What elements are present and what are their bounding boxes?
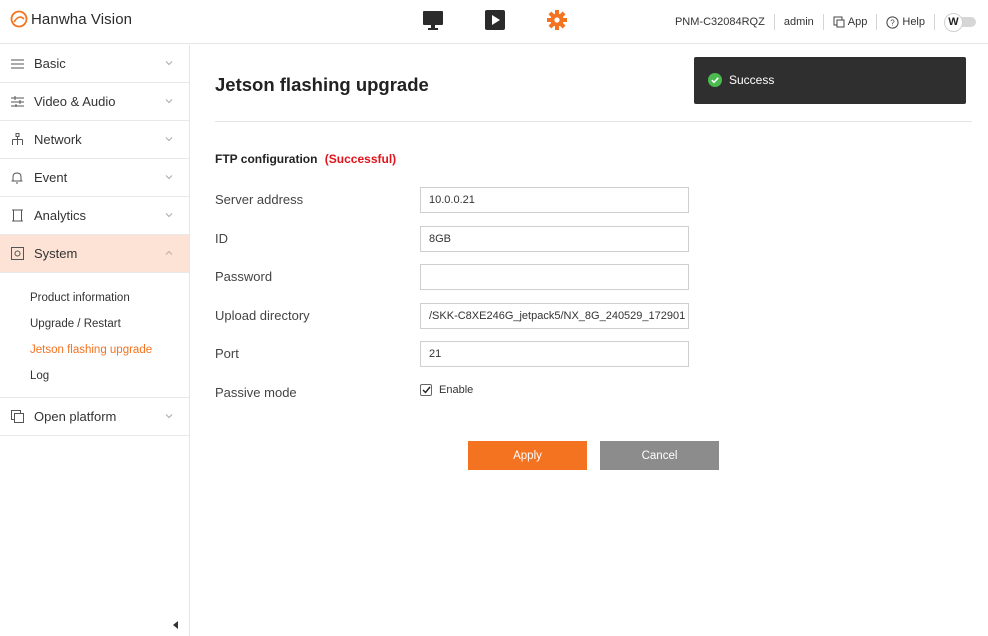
bell-icon — [10, 171, 24, 185]
password-row: Password — [215, 264, 695, 290]
sidebar-item-label: Analytics — [34, 208, 87, 223]
chevron-down-icon — [165, 137, 173, 142]
wisenet-toggle[interactable]: W — [944, 12, 976, 32]
check-icon — [422, 386, 431, 394]
app-link[interactable]: App — [833, 16, 868, 28]
submenu-log[interactable]: Log — [30, 363, 189, 389]
main-content: Jetson flashing upgrade FTP configuratio… — [191, 45, 988, 636]
svg-text:?: ? — [891, 18, 896, 27]
sidebar-item-open-platform[interactable]: Open platform — [0, 398, 189, 436]
top-bar: Hanwha Vision PNM-C32084RQZ admin App ? … — [0, 0, 988, 44]
success-toast: Success — [694, 57, 966, 104]
sidebar-item-event[interactable]: Event — [0, 159, 189, 197]
port-input[interactable]: 21 — [420, 341, 689, 367]
sidebar-item-label: Basic — [34, 56, 66, 71]
title-divider — [215, 121, 972, 122]
status-badge: (Successful) — [324, 152, 397, 166]
id-label: ID — [215, 231, 228, 246]
system-submenu: Product information Upgrade / Restart Je… — [0, 273, 189, 398]
port-row: Port 21 — [215, 341, 695, 367]
cancel-button[interactable]: Cancel — [600, 441, 719, 470]
apply-button[interactable]: Apply — [468, 441, 587, 470]
logo-text: Hanwha Vision — [31, 10, 133, 28]
server-address-input[interactable]: 10.0.0.21 — [420, 187, 689, 213]
list-icon — [10, 57, 24, 71]
submenu-jetson-flashing-upgrade[interactable]: Jetson flashing upgrade — [30, 337, 189, 363]
chevron-down-icon — [165, 99, 173, 104]
logo[interactable]: Hanwha Vision — [10, 10, 132, 28]
sidebar-item-network[interactable]: Network — [0, 121, 189, 159]
model-name: PNM-C32084RQZ — [674, 16, 765, 28]
app-icon — [833, 16, 845, 28]
passive-mode-option: Enable — [420, 384, 473, 396]
chevron-down-icon — [165, 175, 173, 180]
chevron-down-icon — [165, 414, 173, 419]
sidebar-item-label: Network — [34, 132, 82, 147]
user-name[interactable]: admin — [784, 16, 814, 28]
server-address-label: Server address — [215, 192, 304, 207]
sidebar-item-system[interactable]: System — [0, 235, 189, 273]
passive-mode-checkbox[interactable] — [420, 384, 432, 396]
passive-mode-row: Passive mode Enable — [215, 380, 695, 406]
monitor-icon[interactable] — [422, 9, 444, 31]
chevron-down-icon — [165, 213, 173, 218]
chevron-down-icon — [165, 61, 173, 66]
upload-directory-row: Upload directory /SKK-C8XE246G_jetpack5/… — [215, 303, 695, 329]
sidebar-item-label: Open platform — [34, 409, 117, 424]
chevron-up-icon — [165, 250, 173, 255]
hanwha-logo-icon — [10, 10, 28, 28]
sidebar-item-label: Event — [34, 170, 68, 185]
server-address-row: Server address 10.0.0.21 — [215, 187, 695, 213]
section-heading: FTP configuration (Successful) — [215, 152, 396, 166]
success-check-icon — [708, 73, 722, 87]
password-label: Password — [215, 269, 273, 284]
sidebar-item-label: Video & Audio — [34, 94, 116, 109]
help-link[interactable]: ? Help — [886, 15, 925, 29]
toast-message: Success — [729, 73, 775, 87]
analytics-icon — [10, 209, 24, 223]
id-row: ID 8GB — [215, 226, 695, 252]
play-icon[interactable] — [484, 9, 506, 31]
upload-directory-input[interactable]: /SKK-C8XE246G_jetpack5/NX_8G_240529_1729… — [420, 303, 689, 329]
gear-icon[interactable] — [546, 9, 568, 31]
passive-mode-label: Passive mode — [215, 385, 297, 400]
submenu-upgrade-restart[interactable]: Upgrade / Restart — [30, 311, 189, 337]
submenu-product-information[interactable]: Product information — [30, 285, 189, 311]
enable-label: Enable — [439, 384, 474, 396]
network-icon — [10, 133, 24, 147]
app-label: App — [847, 16, 868, 28]
system-icon — [10, 247, 24, 261]
open-platform-icon — [10, 410, 24, 424]
sidebar-item-basic[interactable]: Basic — [0, 45, 189, 83]
top-right-controls: PNM-C32084RQZ admin App ? Help W — [675, 0, 976, 44]
divider — [773, 14, 775, 30]
section-title: FTP configuration — [215, 152, 318, 166]
sliders-icon — [10, 95, 24, 109]
upload-directory-label: Upload directory — [215, 308, 310, 323]
divider — [822, 14, 824, 30]
sidebar-item-analytics[interactable]: Analytics — [0, 197, 189, 235]
divider — [876, 14, 878, 30]
page-title: Jetson flashing upgrade — [215, 74, 429, 95]
collapse-sidebar-icon[interactable] — [173, 621, 179, 629]
port-label: Port — [215, 346, 239, 361]
help-icon: ? — [886, 15, 899, 29]
divider — [934, 14, 935, 30]
password-input[interactable] — [420, 264, 689, 290]
sidebar: Basic Video & Audio Network Event Analyt… — [0, 45, 190, 636]
sidebar-item-label: System — [34, 246, 78, 261]
sidebar-item-video-audio[interactable]: Video & Audio — [0, 83, 189, 121]
id-input[interactable]: 8GB — [420, 226, 689, 252]
help-label: Help — [902, 16, 925, 28]
toggle-knob: W — [944, 12, 963, 32]
top-navigation — [422, 9, 568, 31]
